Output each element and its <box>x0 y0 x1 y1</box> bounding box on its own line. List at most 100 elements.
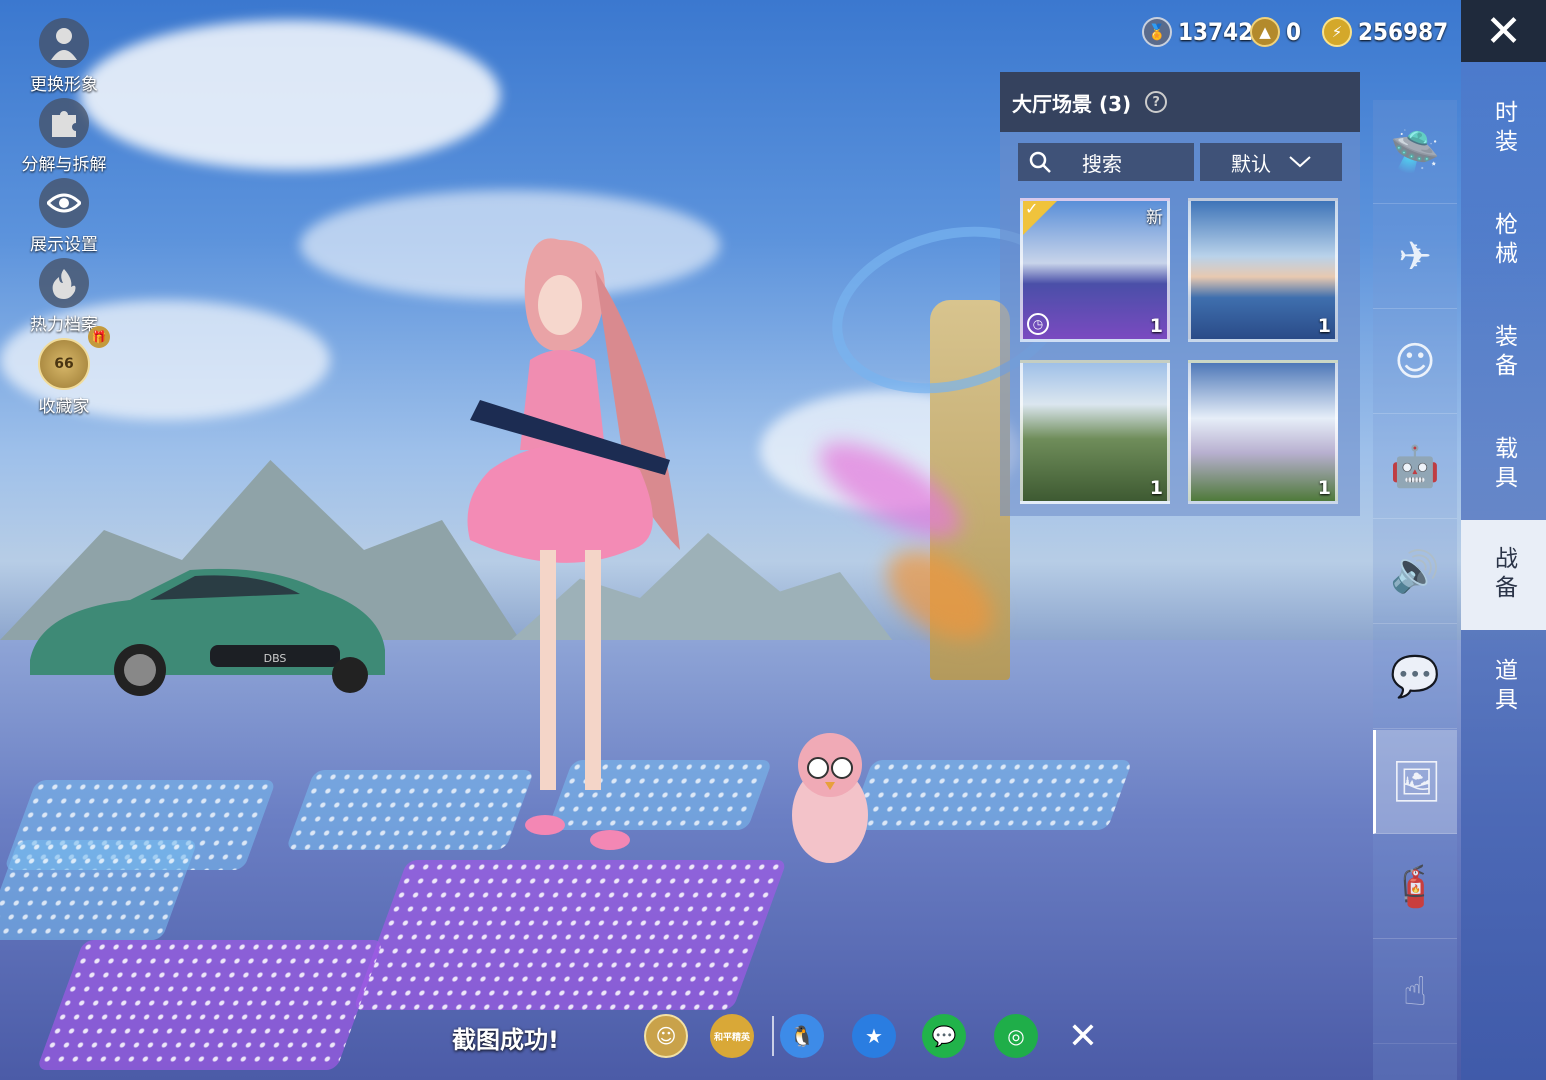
display-settings-label: 展示设置 <box>30 235 98 255</box>
scene-thumb-3[interactable]: 1 <box>1020 360 1170 504</box>
category-icon-column: 🛸 ✈ ☺ 🤖 🔊 💬 🖼 🧯 ☝ <box>1373 100 1457 1080</box>
panel-title: 大厅场景 (3) <box>1012 91 1132 116</box>
divider <box>772 1016 774 1056</box>
gesture-tab[interactable]: ☝ <box>1373 940 1457 1044</box>
tab-vehicles[interactable]: 载具 <box>1461 410 1546 520</box>
token-count: 0 <box>1286 18 1302 46</box>
gallery-icon: 🖼 <box>1391 759 1442 805</box>
robot-pet-tab[interactable]: 🤖 <box>1373 415 1457 519</box>
scene-count: 1 <box>1149 315 1163 337</box>
floor-tile <box>36 940 384 1070</box>
emote-tab[interactable]: ☺ <box>1373 310 1457 414</box>
share-moments-button[interactable]: ◎ <box>994 1014 1038 1058</box>
tab-fashion-label: 时装 <box>1490 100 1517 158</box>
tab-vehicles-label: 载具 <box>1490 436 1517 494</box>
voice-tab[interactable]: 🔊 <box>1373 520 1457 624</box>
decompose-button[interactable]: 分解与拆解 <box>14 98 114 175</box>
change-avatar-button[interactable]: 更换形象 <box>14 18 114 95</box>
puzzle-icon <box>39 98 89 148</box>
tab-combat-prep-label: 战备 <box>1490 546 1517 604</box>
lobby-scene-panel: 大厅场景 (3) ? 搜索 默认 ✓ 新 ◷ 1 1 1 1 <box>1000 72 1360 516</box>
floor-tile <box>352 860 788 1010</box>
share-game-logo-button[interactable]: 和平精英 <box>710 1014 754 1058</box>
avatar-icon <box>39 18 89 68</box>
scene-count: 1 <box>1317 477 1331 499</box>
tap-gesture-icon: ☝ <box>1402 968 1428 1015</box>
lobby-scene-tab[interactable]: 🖼 <box>1373 730 1457 834</box>
drone-icon: 🛸 <box>1390 129 1440 175</box>
scene-search-input[interactable]: 搜索 <box>1018 143 1194 181</box>
new-label: 新 <box>1146 208 1163 228</box>
chat-bubble-icon: 💬 <box>1390 654 1440 700</box>
chevron-down-icon <box>1289 156 1311 168</box>
screenshot-success-text: 截图成功! <box>452 1026 559 1054</box>
panel-header: 大厅场景 (3) ? <box>1000 72 1360 132</box>
share-qzone-button[interactable]: ★ <box>852 1014 896 1058</box>
spray-tab[interactable]: 🧯 <box>1373 835 1457 939</box>
speaker-icon: 🔊 <box>1390 549 1440 595</box>
robot-pet-icon: 🤖 <box>1390 444 1440 490</box>
game-logo-icon: 和平精英 <box>713 1032 750 1043</box>
collector-badge-icon: 66 <box>38 338 90 390</box>
currency-token[interactable]: ▲ 0 <box>1250 14 1301 50</box>
checkmark-icon: ✓ <box>1025 199 1039 218</box>
sports-car: DBS <box>30 568 385 696</box>
collector-label: 收藏家 <box>38 397 90 417</box>
scene-count: 1 <box>1149 477 1163 499</box>
change-avatar-label: 更换形象 <box>30 75 98 95</box>
scene-thumb-1[interactable]: ✓ 新 ◷ 1 <box>1020 198 1170 342</box>
display-settings-button[interactable]: 展示设置 <box>14 178 114 255</box>
tab-equipment-label: 装备 <box>1490 324 1517 382</box>
tab-combat-prep[interactable]: 战备 <box>1461 520 1546 630</box>
share-wechat-button[interactable]: 💬 <box>922 1014 966 1058</box>
tab-items[interactable]: 道具 <box>1461 632 1546 742</box>
wechat-icon: 💬 <box>931 1024 957 1048</box>
heat-profile-button[interactable]: 热力档案 <box>14 258 114 335</box>
tab-equipment[interactable]: 装备 <box>1461 298 1546 408</box>
gold-token-icon: ▲ <box>1250 17 1280 47</box>
share-qq-button[interactable]: 🐧 <box>780 1014 824 1058</box>
emote-face-icon: ☺ <box>1394 338 1436 385</box>
search-icon <box>1029 151 1051 173</box>
coin-count: 256987 <box>1358 18 1449 46</box>
floor-tile <box>847 760 1133 830</box>
cloud <box>80 20 500 170</box>
spray-can-icon: 🧯 <box>1390 864 1440 910</box>
tab-guns[interactable]: 枪械 <box>1461 186 1546 296</box>
scene-count: 1 <box>1317 315 1331 337</box>
collector-level: 66 <box>54 356 74 372</box>
search-label: 搜索 <box>1082 151 1122 176</box>
share-game-center-button[interactable]: ☺ <box>644 1014 688 1058</box>
airplane-icon: ✈ <box>1398 233 1432 280</box>
player-character <box>467 238 680 850</box>
qq-icon: 🐧 <box>789 1024 815 1048</box>
scene-thumb-4[interactable]: 1 <box>1188 360 1338 504</box>
currency-medal[interactable]: 🏅 13742 <box>1142 14 1253 50</box>
game-center-icon: ☺ <box>655 1024 677 1048</box>
pet-bird <box>792 733 868 863</box>
close-button[interactable]: ✕ <box>1461 0 1546 62</box>
sort-dropdown[interactable]: 默认 <box>1200 143 1342 181</box>
collector-button[interactable]: 66 🎁 收藏家 <box>14 326 114 417</box>
medal-count: 13742 <box>1178 18 1254 46</box>
chat-tab[interactable]: 💬 <box>1373 625 1457 729</box>
qzone-icon: ★ <box>865 1024 883 1048</box>
currency-coins[interactable]: ⚡ 256987 <box>1322 14 1448 50</box>
close-icon: ✕ <box>1067 1015 1099 1057</box>
tab-guns-label: 枪械 <box>1490 212 1517 270</box>
sort-label: 默认 <box>1231 151 1271 176</box>
main-category-tabs: 时装 枪械 装备 载具 战备 道具 <box>1461 62 1546 1080</box>
airplane-tab[interactable]: ✈ <box>1373 205 1457 309</box>
scene-thumb-2[interactable]: 1 <box>1188 198 1338 342</box>
share-close-button[interactable]: ✕ <box>1065 1014 1101 1058</box>
clock-icon: ◷ <box>1027 313 1049 335</box>
game-lobby-screen: DBS 更换形象 分解与拆解 展示设置 热力档案 66 🎁 收藏家 🏅 1374… <box>0 0 1546 1080</box>
eye-icon <box>39 178 89 228</box>
tab-items-label: 道具 <box>1490 658 1517 716</box>
drone-tab[interactable]: 🛸 <box>1373 100 1457 204</box>
close-icon: ✕ <box>1485 5 1522 57</box>
help-icon[interactable]: ? <box>1145 91 1168 113</box>
lightning-coin-icon: ⚡ <box>1322 17 1352 47</box>
gift-icon: 🎁 <box>88 326 110 348</box>
tab-fashion[interactable]: 时装 <box>1461 74 1546 184</box>
